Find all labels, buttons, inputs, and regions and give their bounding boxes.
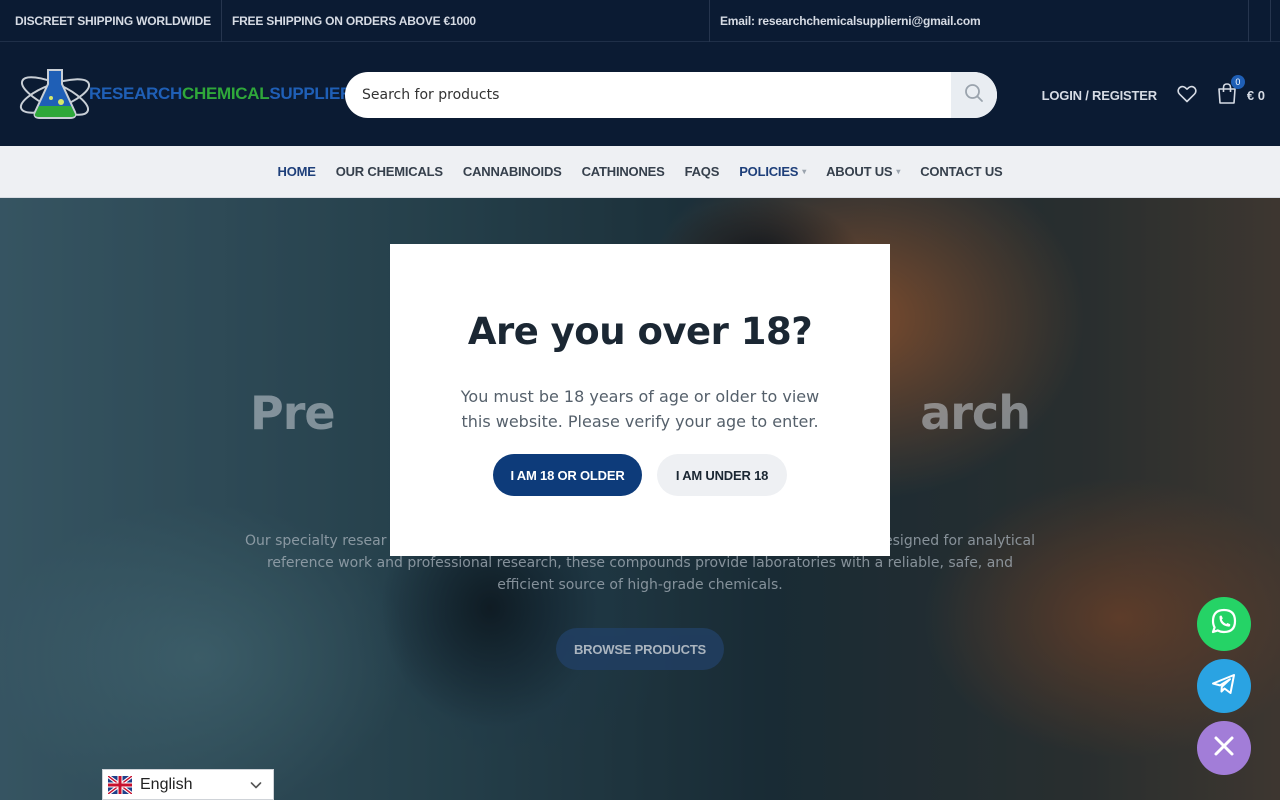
topbar-divider bbox=[1249, 0, 1271, 42]
over-18-button[interactable]: I AM 18 OR OLDER bbox=[493, 454, 642, 496]
search-button[interactable] bbox=[951, 72, 997, 118]
logo-text-research: RESEARCH bbox=[89, 84, 183, 103]
uk-flag-icon bbox=[106, 774, 134, 795]
flask-atom-logo-icon bbox=[15, 62, 95, 126]
nav-item-about-us[interactable]: ABOUT US ▾ bbox=[826, 164, 900, 179]
logo-text-supplier: SUPPLIER bbox=[269, 84, 352, 103]
login-register-link[interactable]: LOGIN / REGISTER bbox=[1042, 88, 1157, 103]
nav-label: POLICIES bbox=[739, 164, 799, 179]
nav-item-home[interactable]: HOME bbox=[278, 164, 316, 179]
nav-label: CONTACT US bbox=[920, 164, 1003, 179]
whatsapp-icon bbox=[1209, 607, 1239, 641]
shipping-notice: DISCREET SHIPPING WORLDWIDE bbox=[0, 0, 222, 42]
chevron-down-icon: ▾ bbox=[896, 167, 901, 176]
nav-label: HOME bbox=[277, 164, 316, 179]
modal-title: Are you over 18? bbox=[467, 310, 813, 353]
language-selector[interactable]: English bbox=[102, 769, 274, 800]
close-floating-menu-button[interactable] bbox=[1197, 721, 1251, 775]
browse-products-button[interactable]: BROWSE PRODUCTS bbox=[556, 628, 724, 670]
main-navigation: HOME OUR CHEMICALS CANNABINOIDS CATHINON… bbox=[0, 146, 1280, 198]
nav-item-faqs[interactable]: FAQS bbox=[685, 164, 720, 179]
nav-item-our-chemicals[interactable]: OUR CHEMICALS bbox=[336, 164, 443, 179]
whatsapp-button[interactable] bbox=[1197, 597, 1251, 651]
site-header: RESEARCHCHEMICALSUPPLIER LOGIN / REGISTE… bbox=[0, 42, 1280, 146]
age-verification-modal: Are you over 18? You must be 18 years of… bbox=[390, 244, 890, 556]
cart-total: € 0 bbox=[1246, 87, 1265, 103]
logo-wordmark: RESEARCHCHEMICALSUPPLIER bbox=[89, 84, 352, 104]
telegram-icon bbox=[1209, 669, 1239, 703]
modal-buttons: I AM 18 OR OLDER I AM UNDER 18 bbox=[390, 454, 890, 496]
nav-item-policies[interactable]: POLICIES ▾ bbox=[739, 164, 806, 179]
free-shipping-notice: FREE SHIPPING ON ORDERS ABOVE €1000 bbox=[222, 0, 710, 42]
top-bar: DISCREET SHIPPING WORLDWIDE FREE SHIPPIN… bbox=[0, 0, 1280, 42]
nav-label: FAQS bbox=[684, 164, 720, 179]
product-search bbox=[345, 72, 997, 118]
wishlist-button[interactable] bbox=[1177, 85, 1197, 106]
header-actions: LOGIN / REGISTER 0 € 0 bbox=[1042, 72, 1265, 118]
nav-item-contact-us[interactable]: CONTACT US bbox=[920, 164, 1002, 179]
cart-count-badge: 0 bbox=[1230, 74, 1245, 89]
under-18-button[interactable]: I AM UNDER 18 bbox=[657, 454, 787, 496]
heart-icon bbox=[1177, 85, 1197, 106]
search-icon bbox=[964, 83, 984, 107]
modal-message: You must be 18 years of age or older to … bbox=[460, 387, 820, 431]
nav-label: ABOUT US bbox=[826, 164, 893, 179]
language-label: English bbox=[140, 775, 193, 793]
cart-button[interactable]: 0 € 0 bbox=[1217, 74, 1265, 108]
nav-label: CATHINONES bbox=[581, 164, 665, 179]
nav-label: OUR CHEMICALS bbox=[335, 164, 443, 179]
logo-text-chemical: CHEMICAL bbox=[182, 84, 270, 103]
chevron-down-icon: ▾ bbox=[802, 167, 807, 176]
nav-item-cathinones[interactable]: CATHINONES bbox=[582, 164, 665, 179]
chevron-down-icon bbox=[249, 778, 263, 797]
contact-email[interactable]: Email: researchchemicalsupplierni@gmail.… bbox=[710, 0, 1249, 42]
close-icon bbox=[1211, 733, 1237, 763]
nav-item-cannabinoids[interactable]: CANNABINOIDS bbox=[463, 164, 562, 179]
nav-label: CANNABINOIDS bbox=[462, 164, 562, 179]
search-input[interactable] bbox=[345, 72, 950, 118]
site-logo[interactable]: RESEARCHCHEMICALSUPPLIER bbox=[15, 62, 352, 126]
telegram-button[interactable] bbox=[1197, 659, 1251, 713]
